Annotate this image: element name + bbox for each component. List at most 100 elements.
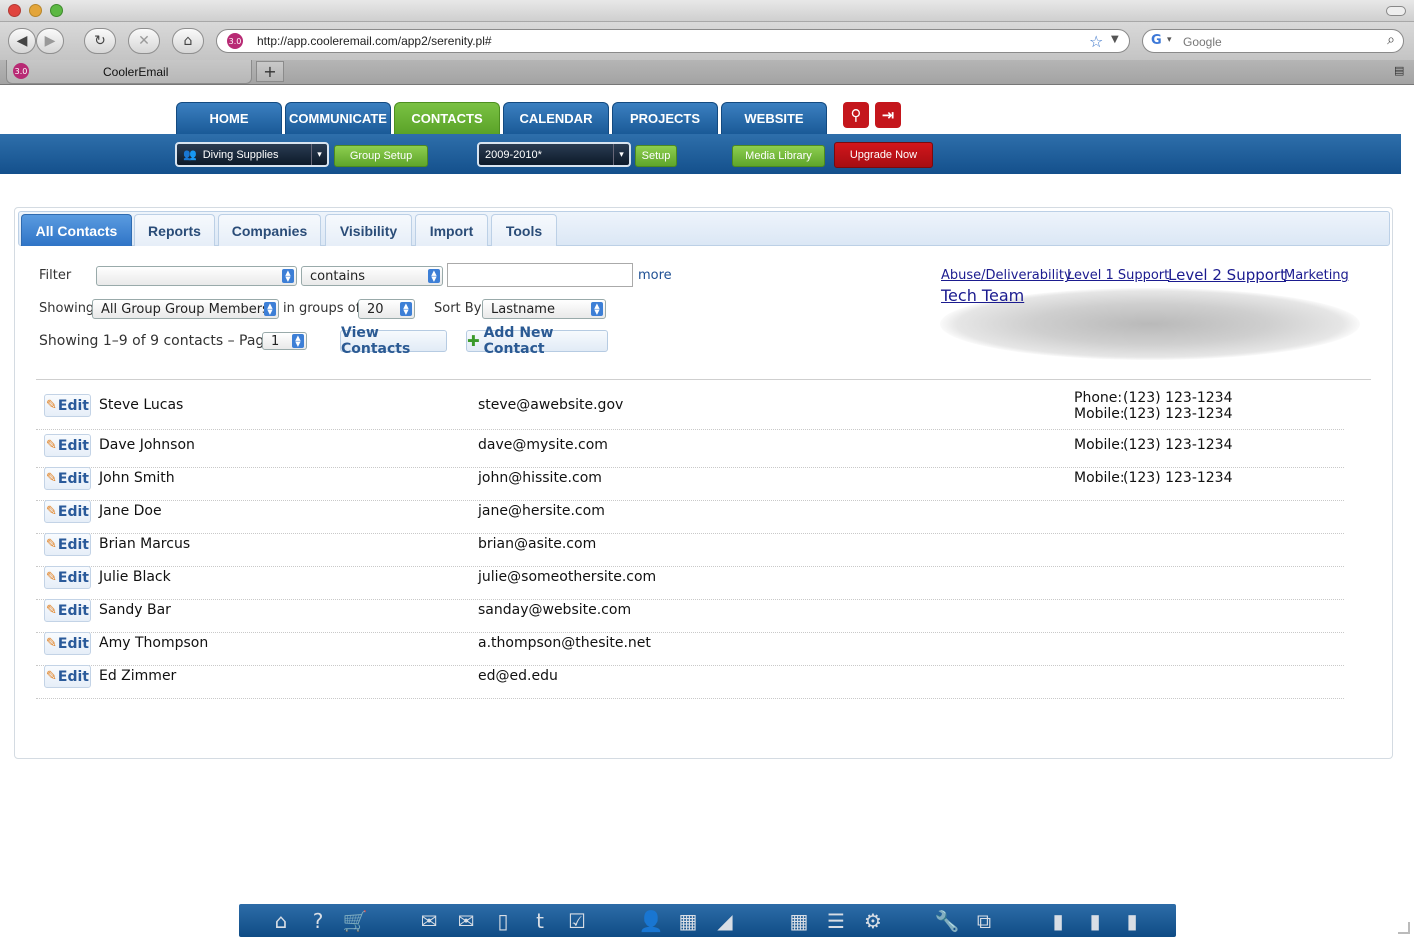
- edit-contact-button[interactable]: ✎ Edit: [44, 665, 91, 688]
- minimize-window-button[interactable]: [29, 4, 42, 17]
- filter-operator-select[interactable]: contains ▲ ▼: [301, 266, 443, 286]
- contact-email[interactable]: brian@asite.com: [478, 536, 596, 552]
- tab-all-contacts[interactable]: All Contacts: [21, 214, 132, 246]
- stop-button[interactable]: ✕: [128, 28, 160, 54]
- contact-email[interactable]: a.thompson@thesite.net: [478, 635, 651, 651]
- document-download-icon[interactable]: ▮: [1082, 908, 1108, 934]
- setup-button[interactable]: Setup: [635, 145, 677, 167]
- document-icon[interactable]: ▮: [1045, 908, 1071, 934]
- page-size-select[interactable]: 20 ▲ ▼: [358, 299, 415, 319]
- group-setup-button[interactable]: Group Setup: [334, 145, 428, 167]
- calculator-icon[interactable]: ▦: [675, 908, 701, 934]
- back-button[interactable]: ◀: [8, 28, 36, 54]
- edit-contact-button[interactable]: ✎ Edit: [44, 467, 91, 490]
- edit-contact-button[interactable]: ✎ Edit: [44, 434, 91, 457]
- contact-email[interactable]: dave@mysite.com: [478, 437, 608, 453]
- tab-companies[interactable]: Companies: [218, 214, 321, 246]
- contact-email[interactable]: john@hissite.com: [478, 470, 602, 486]
- search-engine-dropdown-icon[interactable]: ▾: [1167, 35, 1172, 45]
- sort-by-select[interactable]: Lastname ▲ ▼: [482, 299, 606, 319]
- nav-tab-calendar[interactable]: CALENDAR: [503, 102, 609, 134]
- edit-contact-button[interactable]: ✎ Edit: [44, 533, 91, 556]
- year-select[interactable]: 2009-2010* ▾: [477, 142, 631, 167]
- filter-more-link[interactable]: more: [638, 268, 672, 283]
- tab-tools[interactable]: Tools: [491, 214, 557, 246]
- nav-tab-communicate[interactable]: COMMUNICATE: [285, 102, 391, 134]
- tab-import[interactable]: Import: [415, 214, 488, 246]
- contact-email[interactable]: ed@ed.edu: [478, 668, 558, 684]
- person-icon[interactable]: 👤: [638, 908, 664, 934]
- contact-name[interactable]: Jane Doe: [99, 503, 162, 519]
- network-icon[interactable]: ⧉: [971, 908, 997, 934]
- edit-contact-button[interactable]: ✎ Edit: [44, 632, 91, 655]
- search-tool-icon[interactable]: ⚲: [843, 102, 869, 128]
- upgrade-now-button[interactable]: Upgrade Now: [834, 142, 933, 168]
- list-icon[interactable]: ☰: [823, 908, 849, 934]
- magnifier-icon[interactable]: ⌕: [1387, 32, 1395, 48]
- edit-contact-button[interactable]: ✎ Edit: [44, 599, 91, 622]
- edit-contact-button[interactable]: ✎ Edit: [44, 500, 91, 523]
- contact-name[interactable]: Sandy Bar: [99, 602, 171, 618]
- contact-name[interactable]: Dave Johnson: [99, 437, 195, 453]
- nav-tab-home[interactable]: HOME: [176, 102, 282, 134]
- group-tag[interactable]: Marketing: [1284, 268, 1349, 283]
- forward-button[interactable]: ▶: [36, 28, 64, 54]
- group-tag[interactable]: Abuse/Deliverability: [941, 268, 1072, 283]
- nav-tab-website[interactable]: WEBSITE: [721, 102, 827, 134]
- history-dropdown-icon[interactable]: ▼: [1111, 34, 1119, 45]
- mobile-icon[interactable]: ▯: [490, 908, 516, 934]
- contact-email[interactable]: jane@hersite.com: [478, 503, 605, 519]
- home-icon[interactable]: ⌂: [268, 908, 294, 934]
- nav-tab-projects[interactable]: PROJECTS: [612, 102, 718, 134]
- contact-email[interactable]: julie@someothersite.com: [478, 569, 656, 585]
- checklist-icon[interactable]: ☑: [564, 908, 590, 934]
- contact-email[interactable]: sanday@website.com: [478, 602, 631, 618]
- twitter-icon[interactable]: t: [527, 908, 553, 934]
- group-tag[interactable]: Level 1 Support: [1067, 268, 1169, 283]
- resize-grip-icon[interactable]: [1398, 922, 1410, 934]
- mail-open-icon[interactable]: ✉: [453, 908, 479, 934]
- edit-contact-button[interactable]: ✎ Edit: [44, 394, 91, 417]
- google-logo-icon[interactable]: G: [1151, 33, 1162, 48]
- wrench-icon[interactable]: 🔧: [934, 908, 960, 934]
- add-new-contact-button[interactable]: ✚ Add New Contact: [466, 325, 608, 357]
- logout-icon[interactable]: ⇥: [875, 102, 901, 128]
- tab-reports[interactable]: Reports: [134, 214, 215, 246]
- contact-name[interactable]: Steve Lucas: [99, 397, 183, 413]
- contact-name[interactable]: John Smith: [99, 470, 175, 486]
- grid-icon[interactable]: ▦: [786, 908, 812, 934]
- page-select[interactable]: 1 ▲ ▼: [262, 332, 307, 350]
- bookmark-star-icon[interactable]: ☆: [1089, 32, 1103, 51]
- zoom-window-button[interactable]: [50, 4, 63, 17]
- search-bar[interactable]: G ▾ Google ⌕: [1142, 29, 1404, 53]
- group-members-select[interactable]: All Group Group Members ▲ ▼: [92, 299, 279, 319]
- group-tag[interactable]: Tech Team: [941, 286, 1024, 305]
- help-icon[interactable]: ?: [305, 908, 331, 934]
- reload-button[interactable]: ↻: [84, 28, 116, 54]
- browser-tab[interactable]: 3.0 CoolerEmail: [6, 60, 252, 84]
- filter-field-select[interactable]: ▲ ▼: [96, 266, 297, 286]
- home-button[interactable]: ⌂: [172, 28, 204, 54]
- cart-icon[interactable]: 🛒: [342, 908, 368, 934]
- mail-icon[interactable]: ✉: [416, 908, 442, 934]
- contact-name[interactable]: Brian Marcus: [99, 536, 190, 552]
- address-bar[interactable]: 3.0 http://app.cooleremail.com/app2/sere…: [216, 29, 1130, 53]
- contact-email[interactable]: steve@awebsite.gov: [478, 397, 623, 413]
- nav-tab-contacts[interactable]: CONTACTS: [394, 102, 500, 134]
- group-tag[interactable]: Level 2 Support: [1168, 266, 1286, 284]
- contact-name[interactable]: Ed Zimmer: [99, 668, 176, 684]
- tab-visibility[interactable]: Visibility: [325, 214, 412, 246]
- contact-name[interactable]: Julie Black: [99, 569, 171, 585]
- media-library-button[interactable]: Media Library: [732, 145, 825, 167]
- toolbar-toggle-button[interactable]: [1386, 6, 1406, 16]
- document-upload-icon[interactable]: ▮: [1119, 908, 1145, 934]
- close-window-button[interactable]: [8, 4, 21, 17]
- tab-list-icon[interactable]: ▤: [1394, 64, 1404, 77]
- gear-icon[interactable]: ⚙: [860, 908, 886, 934]
- new-tab-button[interactable]: +: [256, 61, 284, 82]
- account-select[interactable]: 👥 Diving Supplies ▾: [175, 142, 329, 167]
- chart-icon[interactable]: ◢: [712, 908, 738, 934]
- filter-text-input[interactable]: [447, 263, 633, 287]
- edit-contact-button[interactable]: ✎ Edit: [44, 566, 91, 589]
- view-contacts-button[interactable]: View Contacts: [340, 325, 447, 357]
